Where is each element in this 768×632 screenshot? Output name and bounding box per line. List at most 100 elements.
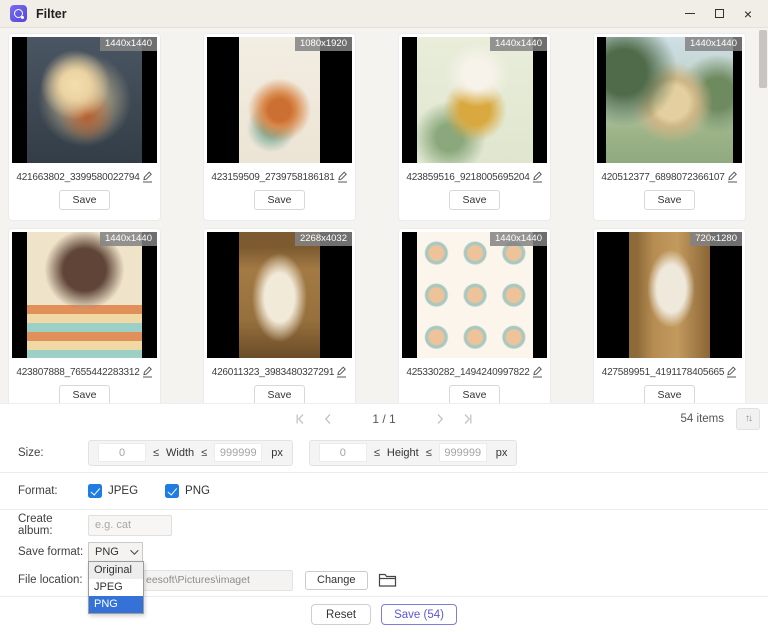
sort-order-button[interactable]: ↑↓: [736, 407, 760, 430]
jpeg-checkbox[interactable]: JPEG: [88, 484, 138, 498]
filename: 425330282_1494240997822: [406, 366, 530, 378]
filename-row: 423859516_9218005695204: [406, 171, 542, 183]
lte-symbol: ≤: [425, 446, 432, 459]
image-card: 1440x1440 421663802_3399580022794 Save: [8, 33, 161, 221]
lte-symbol: ≤: [201, 446, 208, 459]
edit-icon[interactable]: [336, 366, 347, 378]
save-format-select[interactable]: PNG: [88, 541, 143, 563]
image-thumbnail[interactable]: 1440x1440: [402, 232, 547, 358]
height-label: Height: [386, 446, 419, 459]
save-format-value: PNG: [95, 546, 119, 558]
filename: 423159509_2739758186181: [211, 171, 335, 183]
height-range-group: ≤ Height ≤ px: [308, 439, 518, 466]
image-card: 1440x1440 425330282_1494240997822 Save: [398, 228, 551, 403]
edit-icon[interactable]: [142, 366, 153, 378]
thumbnail-image: [416, 37, 533, 163]
png-checkbox[interactable]: PNG: [165, 484, 210, 498]
edit-icon[interactable]: [532, 171, 543, 183]
page-indicator: 1 / 1: [372, 411, 396, 426]
height-min-input[interactable]: [318, 443, 367, 462]
prev-page-icon[interactable]: [322, 413, 334, 425]
chevron-down-icon: [130, 546, 139, 555]
album-name-input[interactable]: [88, 514, 172, 536]
save-button[interactable]: Save: [58, 385, 111, 403]
edit-icon[interactable]: [726, 366, 737, 378]
px-unit: px: [495, 446, 508, 459]
first-page-icon[interactable]: [294, 413, 306, 425]
filename: 421663802_3399580022794: [16, 171, 140, 183]
height-max-input[interactable]: [438, 443, 487, 462]
thumbnail-image: [416, 232, 533, 358]
image-thumbnail[interactable]: 1080x1920: [207, 37, 352, 163]
size-filter-row: Size: ≤ Width ≤ px ≤ Height ≤ px: [0, 433, 768, 473]
edit-icon[interactable]: [532, 366, 543, 378]
lte-symbol: ≤: [373, 446, 380, 459]
maximize-icon[interactable]: [713, 8, 725, 20]
save-button[interactable]: Save: [253, 190, 306, 210]
edit-icon[interactable]: [727, 171, 738, 183]
image-thumbnail[interactable]: 1440x1440: [12, 37, 157, 163]
width-range-group: ≤ Width ≤ px: [88, 439, 293, 466]
filename-row: 425330282_1494240997822: [406, 366, 542, 378]
checkbox-checked-icon: [88, 484, 102, 498]
filename: 427589951_4191178405665: [601, 366, 725, 378]
px-unit: px: [271, 446, 283, 459]
image-thumbnail[interactable]: 720x1280: [597, 232, 742, 358]
image-thumbnail[interactable]: 2268x4032: [207, 232, 352, 358]
reset-button[interactable]: Reset: [311, 604, 372, 625]
file-location-label: File location:: [18, 574, 83, 586]
resolution-badge: 1440x1440: [99, 37, 157, 51]
width-max-input[interactable]: [214, 443, 263, 462]
filename-row: 423159509_2739758186181: [211, 171, 347, 183]
thumbnail-image: [238, 232, 321, 358]
create-album-row: Create album:: [0, 510, 768, 540]
width-min-input[interactable]: [98, 443, 146, 462]
minimize-icon[interactable]: [684, 8, 696, 20]
save-button[interactable]: Save: [448, 385, 501, 403]
save-button[interactable]: Save: [643, 190, 696, 210]
gallery-viewport: 1440x1440 421663802_3399580022794 Save 1…: [0, 28, 768, 403]
close-icon[interactable]: ×: [742, 7, 754, 21]
format-label: Format:: [18, 485, 58, 497]
save-format-dropdown: Original JPEG PNG: [88, 561, 144, 614]
save-format-label: Save format:: [18, 546, 84, 558]
resolution-badge: 1440x1440: [489, 37, 547, 51]
filename-row: 426011323_3983480327291: [212, 366, 348, 378]
save-button[interactable]: Save: [643, 385, 696, 403]
size-label: Size:: [18, 446, 44, 459]
save-all-button[interactable]: Save (54): [381, 604, 457, 625]
image-card: 1440x1440 423807888_7655442283312 Save: [8, 228, 161, 403]
lte-symbol: ≤: [153, 446, 160, 459]
thumbnail-image: [27, 232, 142, 358]
sort-icon: ↑↓: [745, 413, 753, 424]
edit-icon[interactable]: [142, 171, 153, 183]
change-location-button[interactable]: Change: [305, 570, 368, 590]
image-card: 1080x1920 423159509_2739758186181 Save: [203, 33, 356, 221]
filename-row: 420512377_6898072366107: [601, 171, 737, 183]
scrollbar-thumb[interactable]: [759, 30, 767, 88]
image-card: 1440x1440 423859516_9218005695204 Save: [398, 33, 551, 221]
image-card: 720x1280 427589951_4191178405665 Save: [593, 228, 746, 403]
format-filter-row: Format: JPEG PNG: [0, 473, 768, 510]
thumbnail-image: [238, 37, 321, 163]
dropdown-option-jpeg[interactable]: JPEG: [89, 579, 143, 596]
image-grid: 1440x1440 421663802_3399580022794 Save 1…: [0, 28, 768, 403]
app-logo-icon: [10, 5, 27, 22]
next-page-icon[interactable]: [434, 413, 446, 425]
save-button[interactable]: Save: [253, 385, 306, 403]
image-thumbnail[interactable]: 1440x1440: [12, 232, 157, 358]
image-thumbnail[interactable]: 1440x1440: [597, 37, 742, 163]
pagination-controls: 1 / 1: [0, 404, 768, 433]
folder-icon[interactable]: [378, 572, 397, 588]
create-album-label: Create album:: [18, 513, 53, 537]
thumbnail-image: [628, 232, 711, 358]
image-card: 1440x1440 420512377_6898072366107 Save: [593, 33, 746, 221]
image-thumbnail[interactable]: 1440x1440: [402, 37, 547, 163]
save-button[interactable]: Save: [58, 190, 111, 210]
dropdown-option-png[interactable]: PNG: [89, 596, 143, 613]
last-page-icon[interactable]: [462, 413, 474, 425]
dropdown-option-original[interactable]: Original: [89, 562, 143, 579]
edit-icon[interactable]: [337, 171, 348, 183]
save-button[interactable]: Save: [448, 190, 501, 210]
image-card: 2268x4032 426011323_3983480327291 Save: [203, 228, 356, 403]
